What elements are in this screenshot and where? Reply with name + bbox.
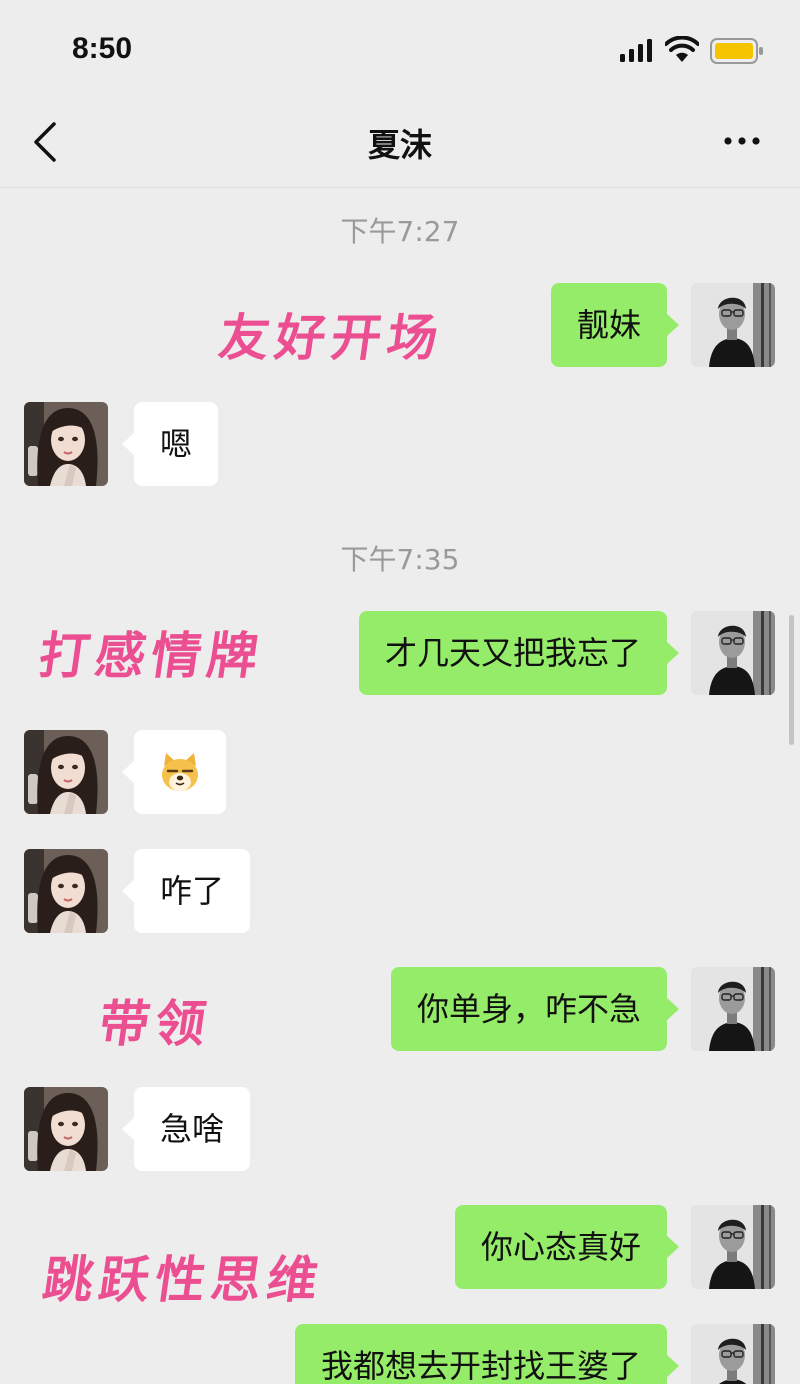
doge-emoji-icon bbox=[162, 753, 198, 791]
avatar-self[interactable] bbox=[691, 1324, 775, 1384]
message-bubble-incoming[interactable]: 急啥 bbox=[121, 1087, 251, 1171]
message-bubble-outgoing[interactable]: 你单身，咋不急 bbox=[390, 967, 680, 1051]
message-bubble-incoming[interactable] bbox=[122, 730, 226, 814]
avatar-contact[interactable] bbox=[24, 1087, 108, 1171]
avatar-contact[interactable] bbox=[24, 402, 108, 486]
wifi-icon bbox=[665, 36, 699, 62]
avatar-self[interactable] bbox=[691, 283, 775, 367]
annotation-label: 带领 bbox=[95, 994, 216, 1053]
message-bubble-incoming[interactable]: 嗯 bbox=[121, 402, 219, 486]
more-icon[interactable] bbox=[718, 128, 766, 154]
avatar-contact[interactable] bbox=[24, 730, 108, 814]
annotation-label: 友好开场 bbox=[215, 308, 448, 367]
message-bubble-outgoing[interactable]: 我都想去开封找王婆了 bbox=[294, 1324, 680, 1384]
battery-icon bbox=[710, 38, 763, 64]
avatar-self[interactable] bbox=[691, 611, 775, 695]
avatar-self[interactable] bbox=[691, 967, 775, 1051]
signal-icon bbox=[620, 39, 652, 62]
message-bubble-incoming[interactable]: 咋了 bbox=[121, 849, 251, 933]
timestamp: 下午7:35 bbox=[340, 543, 460, 576]
message-bubble-outgoing[interactable]: 才几天又把我忘了 bbox=[358, 611, 680, 695]
annotation-label: 打感情牌 bbox=[35, 626, 268, 685]
timestamp: 下午7:27 bbox=[340, 215, 460, 248]
scrollbar[interactable] bbox=[789, 615, 794, 745]
message-bubble-outgoing[interactable]: 靓妹 bbox=[550, 283, 680, 367]
avatar-self[interactable] bbox=[691, 1205, 775, 1289]
chat-title: 夏沫 bbox=[367, 126, 432, 164]
chat-header: 8:50 夏沫 bbox=[0, 0, 800, 188]
avatar-contact[interactable] bbox=[24, 849, 108, 933]
status-time: 8:50 bbox=[72, 32, 133, 65]
annotation-label: 跳跃性思维 bbox=[39, 1250, 328, 1309]
message-bubble-outgoing[interactable]: 你心态真好 bbox=[454, 1205, 680, 1289]
